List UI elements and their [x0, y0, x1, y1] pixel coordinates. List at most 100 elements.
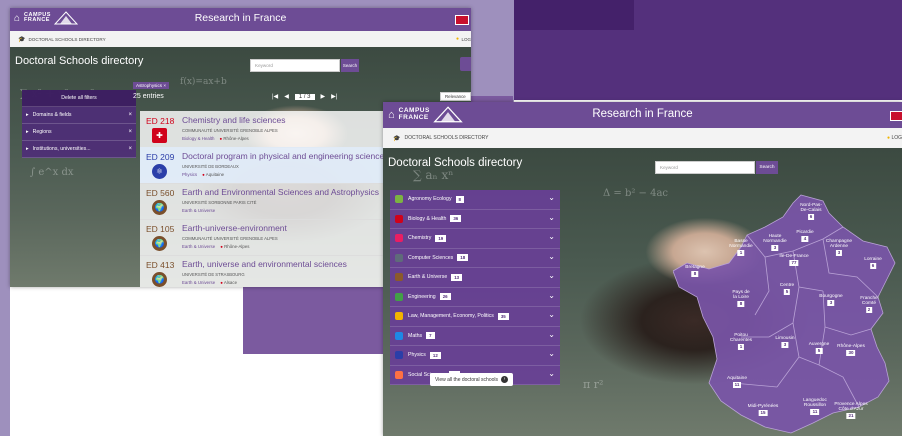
region-name: Bretagne	[685, 265, 705, 270]
chevron-down-icon[interactable]: ⌄	[548, 252, 555, 261]
category-list: Agronomy Ecology 8 ⌄ Biology & Health 36 ⌄ Che…	[390, 190, 560, 385]
region-name: Lorraine	[864, 257, 882, 262]
region-name: Nord-Pas- De-Calais	[800, 203, 822, 214]
top-bar: ⌂ CAMPUS FRANCE Research in France	[10, 8, 471, 31]
filter-domains[interactable]: ▸ Domains & fields ×	[22, 107, 136, 124]
location-pin-icon: ●	[220, 244, 223, 249]
chevron-down-icon[interactable]: ⌄	[548, 369, 555, 378]
filter-institutions[interactable]: ▸ Institutions, universities... ×	[22, 141, 136, 158]
region-label[interactable]: Basse Normandie 1	[729, 239, 753, 257]
filter-regions[interactable]: ▸ Regions ×	[22, 124, 136, 141]
chevron-down-icon[interactable]: ⌄	[548, 291, 555, 300]
chevron-down-icon[interactable]: ⌄	[548, 310, 555, 319]
uk-flag-icon[interactable]	[455, 15, 469, 25]
category-item[interactable]: Physics 12 ⌄	[390, 346, 560, 366]
region-label[interactable]: Pays de la Loire 8	[732, 290, 750, 308]
breadcrumb-label[interactable]: DOCTORAL SCHOOLS DIRECTORY	[404, 135, 488, 141]
region-label[interactable]: Rhône-Alpes 30	[837, 344, 865, 357]
uk-flag-icon[interactable]	[890, 111, 902, 121]
region-label[interactable]: Aquitaine 11	[726, 376, 748, 389]
sort-select[interactable]: Relevance	[440, 92, 471, 101]
category-label: Earth & Universe	[408, 274, 448, 281]
last-page-icon[interactable]: ▶|	[331, 93, 337, 100]
category-count: 18	[457, 254, 469, 262]
category-item[interactable]: Engineering 26 ⌄	[390, 288, 560, 307]
region-name: Provence Alpes Côte d'Azur	[834, 402, 868, 413]
category-item[interactable]: Law, Management, Economy, Politics 35 ⌄	[390, 307, 560, 327]
atom-icon: ⚛	[152, 164, 167, 179]
region-label[interactable]: Auvergne 5	[809, 342, 829, 355]
chevron-down-icon[interactable]: ⌄	[548, 213, 555, 222]
region-label[interactable]: Limousin 3	[775, 336, 795, 349]
category-icon	[395, 312, 403, 321]
prev-page-icon[interactable]: ◀	[284, 93, 289, 100]
region-label[interactable]: Bourgogne 3	[819, 294, 843, 307]
search-input[interactable]: Keyword	[250, 59, 340, 72]
search-input[interactable]: Keyword	[655, 161, 755, 174]
region-name: Bourgogne	[819, 294, 843, 299]
caret-right-icon: ▸	[26, 146, 29, 152]
category-item[interactable]: Chemistry 19 ⌄	[390, 229, 560, 249]
close-icon[interactable]: ×	[128, 129, 132, 135]
chevron-down-icon[interactable]: ⌄	[548, 349, 555, 358]
view-all-doctoral-schools-button[interactable]: View all the doctoral schools ›	[430, 373, 513, 386]
search-button[interactable]: Search	[756, 161, 778, 174]
region-count: 4	[801, 236, 809, 243]
next-page-icon[interactable]: ▶	[321, 93, 326, 100]
category-icon	[395, 253, 403, 262]
region-label[interactable]: Bretagne 8	[685, 265, 705, 278]
region-label[interactable]: Picardie 4	[796, 230, 814, 243]
region-label[interactable]: Haute Normandie 3	[763, 234, 787, 252]
login-link[interactable]: LOG	[461, 37, 471, 42]
category-count: 7	[426, 332, 435, 340]
france-regions-map[interactable]: Nord-Pas- De-Calais 6 Picardie 4 Haute Norma…	[672, 187, 902, 436]
close-icon[interactable]: ×	[128, 146, 132, 152]
close-icon[interactable]: ×	[128, 112, 132, 118]
category-icon	[395, 351, 403, 360]
category-icon	[395, 195, 403, 204]
category-item[interactable]: Biology & Health 36 ⌄	[390, 210, 560, 229]
category-label: Biology & Health	[408, 215, 447, 222]
category-icon	[395, 331, 403, 340]
region-name: Centre	[779, 283, 795, 288]
region-count: 6	[869, 263, 877, 270]
region-label[interactable]: Provence Alpes Côte d'Azur 21	[834, 402, 868, 420]
category-item[interactable]: Earth & Universe 13 ⌄	[390, 268, 560, 288]
map-toggle-icon[interactable]	[460, 57, 471, 71]
region-name: Midi-Pyrénées	[747, 404, 779, 409]
breadcrumb: 🎓 DOCTORAL SCHOOLS DIRECTORY ● LOG	[383, 128, 902, 149]
category-item[interactable]: Maths 7 ⌄	[390, 327, 560, 346]
chevron-down-icon[interactable]: ⌄	[548, 193, 555, 202]
region-label[interactable]: Ile-De-France 77	[779, 254, 809, 267]
category-count: 26	[439, 293, 451, 301]
first-page-icon[interactable]: |◀	[272, 93, 278, 100]
region-label[interactable]: Nord-Pas- De-Calais 6	[800, 203, 822, 221]
chevron-down-icon[interactable]: ⌄	[548, 232, 555, 241]
region-label[interactable]: Champagne Ardenne 3	[826, 239, 852, 257]
region-label[interactable]: Poitou Charentes 1	[729, 333, 753, 351]
region-label[interactable]: Franche Comté 2	[860, 296, 878, 314]
search-button[interactable]: Search	[341, 59, 359, 72]
active-filter-tag[interactable]: Astrophysics ×	[133, 82, 170, 89]
breadcrumb-label[interactable]: DOCTORAL SCHOOLS DIRECTORY	[28, 37, 105, 42]
region-label[interactable]: Languedoc Roussillon 11	[803, 398, 827, 416]
region-count: 3	[827, 300, 835, 307]
region-label[interactable]: Lorraine 6	[864, 257, 882, 270]
globe-icon: 🌍	[152, 272, 167, 287]
region-name: Aquitaine	[726, 376, 748, 381]
region-label[interactable]: Midi-Pyrénées 15	[747, 404, 779, 417]
category-count: 36	[450, 215, 462, 223]
category-item[interactable]: Computer Sciences 18 ⌄	[390, 249, 560, 268]
location-pin-icon: ●	[219, 136, 223, 141]
category-item[interactable]: Agronomy Ecology 8 ⌄	[390, 190, 560, 210]
delete-all-filters-button[interactable]: Delete all filters	[22, 90, 136, 107]
region-name: Poitou Charentes	[729, 333, 753, 344]
location-pin-icon: ●	[202, 172, 205, 177]
region-name: Picardie	[796, 230, 814, 235]
category-count: 12	[429, 351, 441, 359]
region-label[interactable]: Centre 5	[779, 283, 795, 296]
login-link[interactable]: LOG	[891, 135, 902, 141]
background-darker-purple	[514, 0, 634, 30]
chevron-down-icon[interactable]: ⌄	[548, 271, 555, 280]
chevron-down-icon[interactable]: ⌄	[548, 330, 555, 339]
